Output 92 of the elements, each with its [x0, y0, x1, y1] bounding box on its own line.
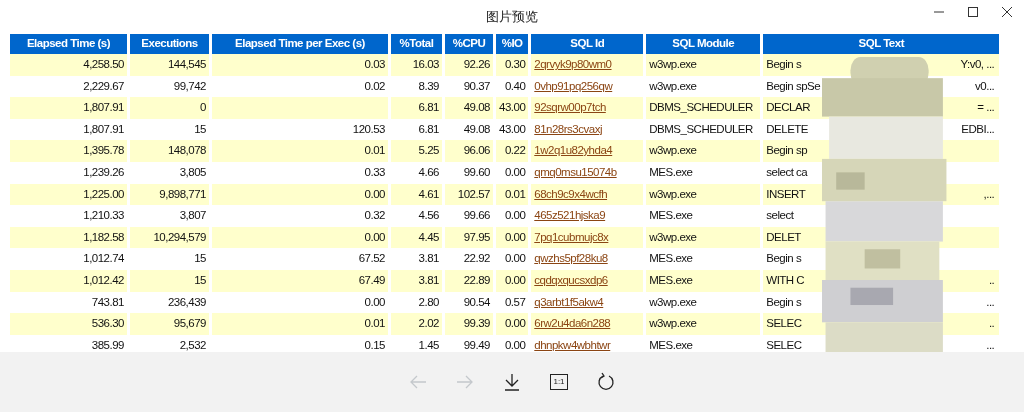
column-header: Elapsed Time (s)	[10, 34, 127, 54]
table-cell: 1,012.42	[10, 269, 127, 292]
column-header: Executions	[130, 34, 209, 54]
table-cell: 148,078	[130, 140, 209, 162]
sql-text: Begin s	[766, 253, 802, 265]
table-cell: 6.81	[391, 97, 442, 119]
table-cell: 0.00	[496, 313, 529, 335]
table-cell: 95,679	[130, 313, 209, 335]
table-cell: 536.30	[10, 313, 127, 335]
window-title: 图片预览	[486, 9, 538, 25]
table-cell: 4.45	[391, 226, 442, 249]
column-header: %IO	[496, 34, 529, 54]
sql-text: SELEC	[766, 339, 802, 352]
table-cell: 15	[130, 269, 209, 292]
table-cell: 0	[130, 97, 209, 119]
rotate-icon	[596, 372, 616, 392]
table-cell: 0.00	[212, 183, 388, 206]
table-cell: 1,225.00	[10, 183, 127, 206]
sql-id-link[interactable]: qwzhs5pf28ku8	[534, 252, 608, 265]
table-cell: 96.06	[445, 140, 493, 162]
table-cell: 43.00	[496, 97, 529, 119]
table-cell: 0.03	[212, 54, 388, 76]
sql-id-link[interactable]: 465z521hjska9	[534, 209, 606, 222]
sql-text: Y:v0, ...	[960, 59, 996, 71]
table-cell: 49.08	[445, 97, 493, 119]
sql-text: ..	[988, 275, 996, 287]
table-cell: DBMS_SCHEDULER	[646, 97, 761, 119]
sql-id-link[interactable]: q3arbt1f5akw4	[534, 295, 604, 308]
sql-text: ...	[986, 296, 996, 309]
sql-text: Begin s	[766, 59, 802, 71]
sql-text: Begin spSe	[766, 80, 821, 93]
table-cell: 1,807.91	[10, 97, 127, 119]
sql-text: ...	[986, 339, 996, 352]
table-cell: 97.95	[445, 226, 493, 249]
column-header: SQL Text	[763, 34, 1000, 54]
sql-text: WITH C	[766, 275, 805, 287]
table-cell: 67.49	[212, 269, 388, 292]
sql-id-link[interactable]: 0vhp91pq256qw	[534, 79, 613, 92]
table-cell: 2.02	[391, 313, 442, 335]
sql-text: DELET	[766, 231, 801, 244]
table-cell: w3wp.exe	[646, 313, 761, 335]
table-cell: 0.00	[496, 269, 529, 292]
column-header: %Total	[391, 34, 442, 54]
table-cell: 92.26	[445, 54, 493, 76]
sql-text: ..	[988, 318, 996, 330]
column-header: SQL Module	[646, 34, 761, 54]
sql-text: INSERT	[766, 188, 806, 201]
table-cell: 144,545	[130, 54, 209, 76]
table-cell: 4.61	[391, 183, 442, 206]
table-cell: 0.01	[212, 140, 388, 162]
table-cell: 9,898,771	[130, 183, 209, 206]
sql-text: Begin s	[766, 296, 802, 309]
table-cell: 22.89	[445, 269, 493, 292]
table-cell: 102.57	[445, 183, 493, 206]
table-cell: 10,294,579	[130, 226, 209, 249]
sql-id-link[interactable]: dhnpkw4wbhtwr	[534, 338, 611, 351]
sql-text: DELETE	[766, 123, 809, 136]
sql-text: select ca	[766, 167, 808, 179]
table-cell: 0.01	[212, 313, 388, 335]
sql-text: = ...	[977, 102, 996, 114]
column-header: Elapsed Time per Exec (s)	[212, 34, 388, 54]
sql-text: EDBI...	[961, 123, 996, 136]
table-cell: 0.22	[496, 140, 529, 162]
table-cell: 0.01	[496, 183, 529, 206]
table-cell: 1,182.58	[10, 226, 127, 249]
table-cell: MES.exe	[646, 269, 761, 292]
sql-text: ,...	[983, 188, 996, 201]
column-header: SQL Id	[531, 34, 644, 54]
table-cell: 4,258.50	[10, 54, 127, 76]
sql-text: select	[766, 210, 794, 222]
download-icon	[502, 372, 522, 392]
sql-text: DECLAR	[766, 102, 810, 114]
sql-text: Begin sp	[766, 145, 808, 157]
table-cell: 1,395.78	[10, 140, 127, 162]
maximize-icon	[968, 7, 978, 17]
table-cell: 0.30	[496, 54, 529, 76]
close-icon	[1002, 7, 1012, 17]
sql-id-link[interactable]: qmq0msu15074b	[534, 166, 617, 178]
table-cell: w3wp.exe	[646, 226, 761, 249]
table-cell: 0.00	[212, 226, 388, 249]
sql-id-link[interactable]: 81n28rs3cvaxj	[534, 122, 602, 135]
table-cell: w3wp.exe	[646, 183, 761, 206]
table-cell: w3wp.exe	[646, 54, 761, 76]
table-cell: 16.03	[391, 54, 442, 76]
table-cell: 0.00	[496, 226, 529, 249]
table-cell: 3.81	[391, 269, 442, 292]
table-cell: w3wp.exe	[646, 140, 761, 162]
table-cell: 5.25	[391, 140, 442, 162]
table-cell: 99.39	[445, 313, 493, 335]
sql-text: v0...	[975, 80, 996, 93]
sql-text: SELEC	[766, 318, 802, 330]
column-header: %CPU	[445, 34, 493, 54]
